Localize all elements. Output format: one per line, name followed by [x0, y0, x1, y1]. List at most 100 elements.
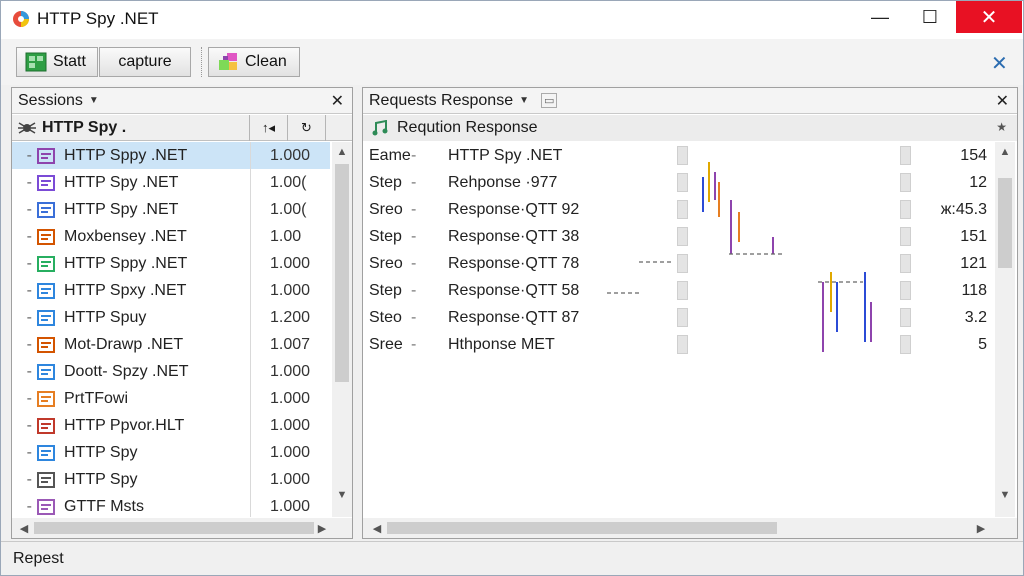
- scroll-left-arrow-icon[interactable]: ◀: [14, 522, 34, 535]
- pin-icon[interactable]: ★: [996, 120, 1007, 134]
- maximize-button[interactable]: ☐: [907, 1, 953, 33]
- cell-marker: [900, 227, 911, 246]
- request-name: Rehponse ·977: [448, 173, 558, 191]
- request-name: HTTP Spy .NET: [448, 146, 563, 164]
- session-row[interactable]: - HTTP Spy 1.000: [12, 439, 330, 466]
- request-row[interactable]: Eame - HTTP Spy .NET 154: [363, 142, 995, 169]
- session-row[interactable]: - PrtTFowi 1.000: [12, 385, 330, 412]
- request-flag: -: [411, 335, 417, 353]
- request-row[interactable]: Steo - Response·QTT 87 3.2: [363, 304, 995, 331]
- session-row[interactable]: - HTTP Spy .NET 1.00(: [12, 196, 330, 223]
- session-row[interactable]: - GTTF Msts 1.000: [12, 493, 330, 517]
- request-name: Response·QTT 87: [448, 308, 580, 326]
- scroll-left-arrow-icon[interactable]: ◀: [367, 522, 387, 535]
- chevron-down-icon[interactable]: ▼: [519, 95, 529, 106]
- request-row[interactable]: Sree - Hthponse MET 5: [363, 331, 995, 358]
- request-row[interactable]: Step - Rehponse ·977 12: [363, 169, 995, 196]
- sessions-list: - HTTP Sppy .NET 1.000- HTTP Spy .NET 1.00(-…: [12, 142, 330, 517]
- request-step: Step: [369, 173, 402, 191]
- start-grid-icon: [25, 52, 47, 72]
- session-type-icon: [37, 417, 55, 434]
- start-button[interactable]: Statt: [16, 47, 98, 77]
- session-name: Moxbensey .NET: [64, 227, 187, 245]
- request-name: Response·QTT 78: [448, 254, 580, 272]
- scroll-down-arrow-icon[interactable]: ▼: [332, 489, 352, 501]
- sort-icon[interactable]: ↑◂: [250, 114, 288, 141]
- session-row[interactable]: - Mot-Drawp .NET 1.007: [12, 331, 330, 358]
- session-name: Doott- Spzy .NET: [64, 362, 189, 380]
- scrollbar-thumb[interactable]: [387, 522, 777, 534]
- request-row[interactable]: Step - Response·QTT 58 118: [363, 277, 995, 304]
- capture-button[interactable]: capture: [99, 47, 191, 77]
- cell-marker: [677, 281, 688, 300]
- requests-vertical-scrollbar[interactable]: ▲ ▼: [995, 142, 1015, 517]
- request-name: Hthponse MET: [448, 335, 555, 353]
- session-name: HTTP Spy: [64, 470, 138, 488]
- sessions-close-icon[interactable]: ✕: [331, 91, 344, 111]
- refresh-icon[interactable]: ↻: [288, 114, 326, 141]
- sessions-horizontal-scrollbar[interactable]: ◀ ▶: [12, 518, 352, 538]
- request-row[interactable]: Sreo - Response·QTT 78 121: [363, 250, 995, 277]
- session-name: HTTP Spy: [64, 443, 138, 461]
- scroll-right-arrow-icon[interactable]: ▶: [971, 522, 991, 535]
- tree-line: -: [26, 335, 32, 353]
- requests-close-icon[interactable]: ✕: [996, 91, 1009, 111]
- toolbar: Statt capture Clean ✕: [1, 39, 1023, 85]
- request-row[interactable]: Step - Response·QTT 38 151: [363, 223, 995, 250]
- session-row[interactable]: - HTTP Sppy .NET 1.000: [12, 142, 330, 169]
- session-row[interactable]: - HTTP Ppvor.HLT 1.000: [12, 412, 330, 439]
- chevron-down-icon[interactable]: ▼: [89, 95, 99, 106]
- requests-panel-header: Requests Response ▼ ▭ ✕: [363, 88, 1017, 114]
- tree-line: -: [26, 146, 32, 164]
- close-window-button[interactable]: ✕: [956, 1, 1022, 33]
- window-tab-icon[interactable]: ▭: [541, 93, 558, 108]
- sessions-vertical-scrollbar[interactable]: ▲ ▼: [332, 142, 352, 517]
- session-name: HTTP Spuy: [64, 308, 147, 326]
- request-size: 5: [978, 335, 987, 353]
- cell-marker: [900, 173, 911, 192]
- cell-marker: [900, 308, 911, 327]
- scrollbar-thumb[interactable]: [34, 522, 314, 534]
- request-row[interactable]: Sreo - Response·QTT 92 ж:45.3: [363, 196, 995, 223]
- session-row[interactable]: - HTTP Sppy .NET 1.000: [12, 250, 330, 277]
- scroll-right-arrow-icon[interactable]: ▶: [312, 522, 332, 535]
- app-window: HTTP Spy .NET — ☐ ✕ Statt capture Clean …: [0, 0, 1024, 576]
- sessions-panel-header: Sessions ▼ ✕: [12, 88, 352, 114]
- request-size: 151: [960, 227, 987, 245]
- tree-line: -: [26, 308, 32, 326]
- session-row[interactable]: - HTTP Spy .NET 1.00(: [12, 169, 330, 196]
- cell-marker: [900, 281, 911, 300]
- request-flag: -: [411, 146, 417, 164]
- session-value: 1.00: [270, 227, 302, 245]
- minimize-button[interactable]: —: [857, 1, 903, 33]
- session-value: 1.000: [270, 254, 311, 272]
- scroll-down-arrow-icon[interactable]: ▼: [995, 489, 1015, 501]
- session-name: HTTP Spy .NET: [64, 200, 179, 218]
- toolbar-close-icon[interactable]: ✕: [991, 51, 1008, 76]
- request-step: Step: [369, 281, 402, 299]
- session-row[interactable]: - HTTP Spy 1.000: [12, 466, 330, 493]
- request-size: 154: [960, 146, 987, 164]
- scrollbar-thumb[interactable]: [335, 164, 349, 382]
- tree-line: -: [26, 416, 32, 434]
- scrollbar-thumb[interactable]: [998, 178, 1012, 268]
- session-row[interactable]: - HTTP Spuy 1.200: [12, 304, 330, 331]
- sessions-column-name[interactable]: HTTP Spy .: [12, 114, 250, 141]
- scroll-up-arrow-icon[interactable]: ▲: [332, 146, 352, 158]
- tree-line: -: [26, 173, 32, 191]
- sessions-panel: Sessions ▼ ✕ HTTP Spy . ↑◂ ↻ - HTTP Sppy …: [11, 87, 353, 539]
- session-type-icon: [37, 363, 55, 380]
- scroll-up-arrow-icon[interactable]: ▲: [995, 146, 1015, 158]
- session-row[interactable]: - Moxbensey .NET 1.00: [12, 223, 330, 250]
- request-step: Sreo: [369, 200, 403, 218]
- cell-marker: [677, 200, 688, 219]
- session-type-icon: [37, 255, 55, 272]
- requests-horizontal-scrollbar[interactable]: ◀ ▶: [363, 518, 1017, 538]
- status-text: Repest: [13, 549, 64, 567]
- requests-subheader: Reqution Response ★: [363, 115, 1017, 141]
- clean-button[interactable]: Clean: [208, 47, 300, 77]
- request-step: Eame: [369, 146, 411, 164]
- session-name: HTTP Spxy .NET: [64, 281, 187, 299]
- session-row[interactable]: - Doott- Spzy .NET 1.000: [12, 358, 330, 385]
- session-row[interactable]: - HTTP Spxy .NET 1.000: [12, 277, 330, 304]
